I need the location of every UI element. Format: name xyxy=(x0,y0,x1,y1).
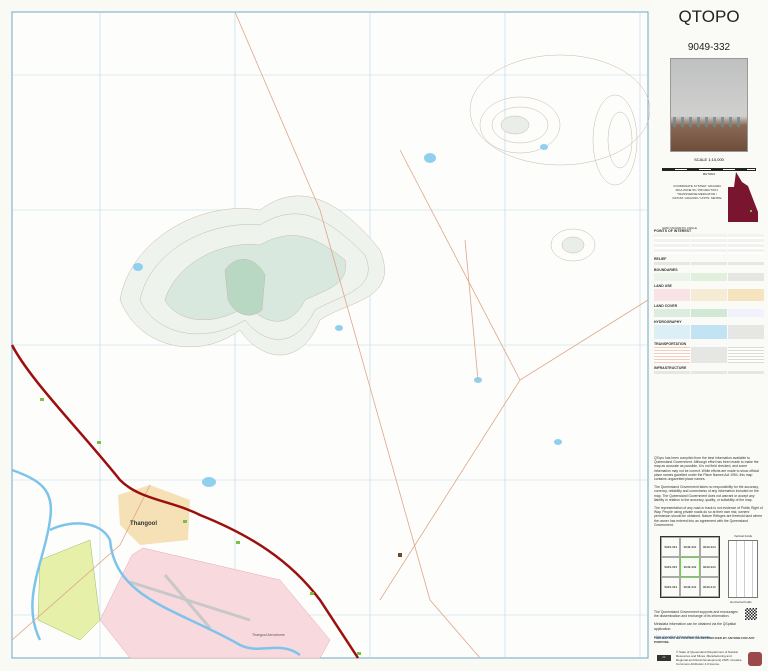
index-sheet: 9049-413 xyxy=(699,577,719,597)
folding-diagram xyxy=(728,540,758,598)
town-label: Thangool xyxy=(130,521,157,527)
legend-heading: LAND COVER xyxy=(654,304,678,308)
homestead-icon xyxy=(398,553,402,557)
sheet-number: 9049-332 xyxy=(687,42,731,53)
scale-bar xyxy=(662,168,756,171)
print-note: THIS MAP MAY BE PRINTED OR REPRODUCED BY… xyxy=(654,636,755,644)
disclaimer-paragraph: The Queensland Government takes no respo… xyxy=(654,485,759,502)
queensland-locator-map xyxy=(728,172,758,222)
disclaimer-paragraph: The representation of any road or track … xyxy=(654,506,763,527)
index-sheet: 9049-324 xyxy=(699,537,719,557)
index-sheet: 9049-334 xyxy=(661,537,681,557)
legend: POINTS OF INTEREST RELIEF BOUNDARIES LAN… xyxy=(654,226,764,374)
metadata-note: Metadata information can be obtained via… xyxy=(654,622,736,631)
index-sheet: 9049-341 xyxy=(680,577,700,597)
disclaimer-paragraph: QTopo has been compiled from the best in… xyxy=(654,456,759,482)
legend-heading: RELIEF xyxy=(654,257,667,261)
product-title: QTOPO xyxy=(678,7,740,26)
legend-heading: HYDROGRAPHY xyxy=(654,320,682,324)
adjoining-sheets-index: 9049-334 9049-331 9049-324 9049-333 9049-33… xyxy=(660,536,720,598)
creative-commons-icon: cc xyxy=(657,655,671,661)
legend-heading: BOUNDARIES xyxy=(654,268,678,272)
aerodrome-label: Thangool Aerodrome xyxy=(252,633,285,637)
topographic-map[interactable]: Thangool Thangool Aerodrome xyxy=(0,0,650,671)
index-sheet: 9049-343 xyxy=(661,577,681,597)
exchange-note: The Queensland Government supports and e… xyxy=(654,610,738,619)
scale-label: SCALE 1:10,000 xyxy=(694,157,724,162)
legend-heading: INFRASTRUCTURE xyxy=(654,366,687,370)
fold-label: Horizontal Folds xyxy=(730,600,752,604)
index-sheet: 9049-331 xyxy=(680,537,700,557)
copyright-note: © State of Queensland (Department of Nat… xyxy=(676,650,742,666)
fold-label: Vertical Folds xyxy=(734,534,753,538)
map-sidebar: QTOPO 9049-332 SCALE 1:10,000 METRES COO… xyxy=(650,0,768,671)
cover-photo xyxy=(670,58,748,152)
index-sheet-current: 9049-332 xyxy=(680,557,700,577)
queensland-crest-icon xyxy=(748,652,762,666)
legend-heading: LAND USE xyxy=(654,284,672,288)
index-sheet: 9049-333 xyxy=(661,557,681,577)
projection-note: COORDINATE SYSTEM: GDA2020 MGA ZONE 56 /… xyxy=(672,184,722,200)
legend-heading: TRANSPORTATION xyxy=(654,342,687,346)
qr-code[interactable] xyxy=(745,608,757,620)
index-sheet: 9049-323 xyxy=(699,557,719,577)
legend-heading: POINTS OF INTEREST xyxy=(654,229,692,233)
